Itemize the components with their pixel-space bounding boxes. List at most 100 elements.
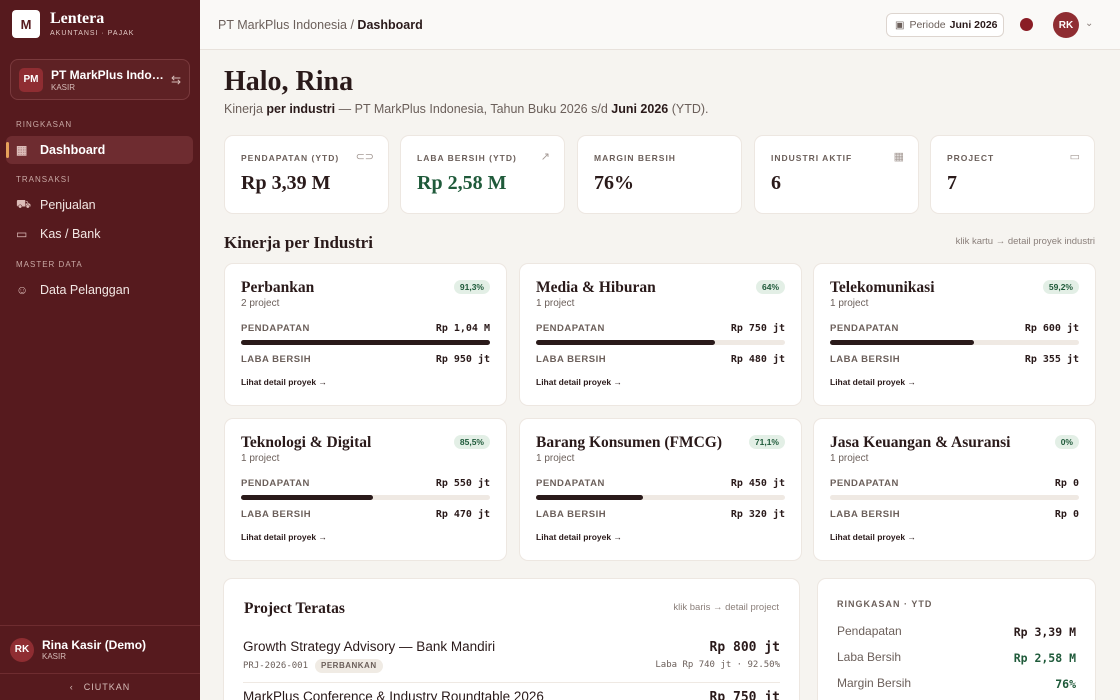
industry-name: Perbankan bbox=[241, 279, 315, 296]
revenue-bar-fill bbox=[241, 495, 373, 500]
sidebar-item-penjualan[interactable]: ⛟ Penjualan bbox=[6, 191, 193, 219]
page-title: Halo, Rina bbox=[224, 66, 354, 97]
industry-card[interactable]: Jasa Keuangan & Asuransi 1 project 0% PENDA… bbox=[814, 419, 1095, 560]
sidebar-item-label: Penjualan bbox=[40, 198, 96, 212]
top-projects-card: Project Teratas klik baris → detail proj… bbox=[224, 579, 799, 700]
subtitle-text: Kinerja bbox=[224, 102, 267, 116]
topbar: PT MarkPlus Indonesia / Dashboard ▣ Peri… bbox=[200, 0, 1120, 50]
revenue-label: PENDAPATAN bbox=[241, 323, 310, 334]
revenue-bar bbox=[536, 340, 785, 345]
revenue-label: PENDAPATAN bbox=[241, 478, 310, 489]
industry-project-count: 1 project bbox=[830, 298, 869, 309]
kpi-card-pendapatan: PENDAPATAN (YTD) ⊂⊃ Rp 3,39 M bbox=[225, 136, 388, 213]
summary-card: RINGKASAN · YTD Pendapatan Rp 3,39 M Lab… bbox=[818, 579, 1095, 700]
revenue-label: PENDAPATAN bbox=[536, 323, 605, 334]
project-name: MarkPlus Conference & Industry Roundtabl… bbox=[243, 689, 544, 700]
profit-label: LABA BERSIH bbox=[830, 509, 901, 520]
margin-badge: 91,3% bbox=[453, 280, 490, 294]
profit-label: LABA BERSIH bbox=[241, 354, 312, 365]
kpi-card-laba-bersih: LABA BERSIH (YTD) ↗ Rp 2,58 M bbox=[401, 136, 564, 213]
profit-value: Rp 355 jt bbox=[1024, 354, 1079, 365]
industry-card[interactable]: Barang Konsumen (FMCG) 1 project 71,1% PEND… bbox=[520, 419, 801, 560]
profit-label: LABA BERSIH bbox=[536, 509, 607, 520]
collapse-sidebar-button[interactable]: ‹ CIUTKAN bbox=[0, 673, 200, 700]
profit-value: Rp 480 jt bbox=[730, 354, 785, 365]
subtitle-period: Juni 2026 bbox=[611, 102, 669, 116]
summary-value: Rp 3,39 M bbox=[1013, 625, 1076, 639]
table-row[interactable]: Growth Strategy Advisory — Bank Mandiri … bbox=[243, 637, 780, 683]
user-profile[interactable]: RK Rina Kasir (Demo) KASIR bbox=[0, 625, 200, 673]
org-switcher[interactable]: PM PT MarkPlus Indonesia KASIR ⇆ bbox=[10, 59, 190, 100]
kpi-label: PROJECT bbox=[947, 153, 995, 163]
margin-badge: 59,2% bbox=[1042, 280, 1079, 294]
avatar: RK bbox=[10, 637, 34, 662]
kpi-card-margin-bersih: MARGIN BERSIH 76% bbox=[578, 136, 741, 213]
revenue-bar bbox=[830, 495, 1079, 500]
grid-icon: ▦ bbox=[16, 143, 28, 157]
revenue-value: Rp 450 jt bbox=[730, 478, 785, 489]
profit-label: LABA BERSIH bbox=[241, 509, 312, 520]
brand[interactable]: M Lentera AKUNTANSI · PAJAK bbox=[12, 10, 134, 38]
industry-card[interactable]: Teknologi & Digital 1 project 85,5% PENDAPA… bbox=[225, 419, 506, 560]
industry-name: Telekomunikasi bbox=[830, 279, 935, 296]
sidebar-item-label: Kas / Bank bbox=[40, 227, 101, 241]
kpi-value: Rp 3,39 M bbox=[241, 172, 331, 194]
cash-icon: ⊂⊃ bbox=[355, 151, 374, 163]
collapse-label: CIUTKAN bbox=[83, 682, 131, 692]
chevron-down-icon[interactable]: ⌄ bbox=[1085, 18, 1093, 29]
margin-badge: 85,5% bbox=[453, 435, 490, 449]
revenue-bar bbox=[830, 340, 1079, 345]
margin-badge: 71,1% bbox=[748, 435, 785, 449]
page-subtitle: Kinerja per industri — PT MarkPlus Indon… bbox=[224, 102, 709, 116]
sidebar-item-label: Data Pelanggan bbox=[40, 283, 130, 297]
card-title: Project Teratas bbox=[244, 600, 345, 617]
table-row[interactable]: MarkPlus Conference & Industry Roundtabl… bbox=[243, 689, 780, 700]
industry-project-count: 1 project bbox=[830, 453, 869, 464]
sidebar-item-kas-bank[interactable]: ▭ Kas / Bank bbox=[6, 220, 193, 248]
detail-link[interactable]: Lihat detail proyek → bbox=[241, 377, 327, 387]
trend-up-icon: ↗ bbox=[540, 151, 550, 163]
kpi-value: 7 bbox=[947, 172, 957, 194]
margin-badge: 64% bbox=[755, 280, 785, 294]
revenue-label: PENDAPATAN bbox=[830, 323, 899, 334]
user-name: Rina Kasir (Demo) bbox=[42, 638, 147, 652]
period-label: Periode bbox=[909, 19, 946, 31]
users-icon: ☺ bbox=[16, 283, 29, 297]
revenue-value: Rp 0 bbox=[1054, 478, 1079, 489]
subtitle-text: — PT MarkPlus Indonesia, Tahun Buku 2026… bbox=[335, 102, 612, 116]
detail-link[interactable]: Lihat detail proyek → bbox=[536, 377, 622, 387]
margin-badge: 0% bbox=[1054, 435, 1079, 449]
swap-icon: ⇆ bbox=[170, 72, 181, 87]
industry-card[interactable]: Media & Hiburan 1 project 64% PENDAPATAN Rp … bbox=[520, 264, 801, 405]
revenue-value: Rp 600 jt bbox=[1024, 323, 1079, 334]
detail-link[interactable]: Lihat detail proyek → bbox=[830, 532, 916, 542]
chevron-left-icon: ‹ bbox=[69, 682, 74, 692]
industry-project-count: 1 project bbox=[536, 453, 575, 464]
kpi-card-project: PROJECT ▭ 7 bbox=[931, 136, 1094, 213]
period-selector[interactable]: ▣ Periode Juni 2026 bbox=[886, 13, 1004, 37]
detail-link[interactable]: Lihat detail proyek → bbox=[241, 532, 327, 542]
kpi-label: MARGIN BERSIH bbox=[594, 153, 676, 163]
org-name: PT MarkPlus Indonesia bbox=[51, 67, 165, 82]
revenue-bar-fill bbox=[241, 340, 490, 345]
sidebar-item-data-pelanggan[interactable]: ☺ Data Pelanggan bbox=[6, 276, 193, 304]
breadcrumb-separator: / bbox=[347, 18, 358, 32]
detail-link[interactable]: Lihat detail proyek → bbox=[830, 377, 916, 387]
sidebar-item-dashboard[interactable]: ▦ Dashboard bbox=[6, 136, 193, 164]
breadcrumb-org[interactable]: PT MarkPlus Indonesia bbox=[218, 18, 347, 32]
org-role: KASIR bbox=[51, 82, 76, 92]
industry-card[interactable]: Perbankan 2 project 91,3% PENDAPATAN Rp 1,04… bbox=[225, 264, 506, 405]
project-name: Growth Strategy Advisory — Bank Mandiri bbox=[243, 639, 496, 654]
status-dot-icon[interactable] bbox=[1020, 18, 1033, 31]
revenue-value: Rp 550 jt bbox=[435, 478, 490, 489]
card-hint: klik baris → detail project bbox=[673, 602, 779, 613]
industry-card[interactable]: Telekomunikasi 1 project 59,2% PENDAPATAN Rp… bbox=[814, 264, 1095, 405]
industry-project-count: 1 project bbox=[241, 453, 280, 464]
avatar[interactable]: RK bbox=[1053, 12, 1079, 38]
detail-link[interactable]: Lihat detail proyek → bbox=[536, 532, 622, 542]
revenue-bar bbox=[241, 340, 490, 345]
section-title: Kinerja per Industri bbox=[224, 233, 373, 252]
kpi-value: Rp 2,58 M bbox=[417, 172, 507, 194]
kpi-value: 76% bbox=[594, 172, 634, 194]
section-label-transaksi: TRANSAKSI bbox=[16, 175, 71, 184]
